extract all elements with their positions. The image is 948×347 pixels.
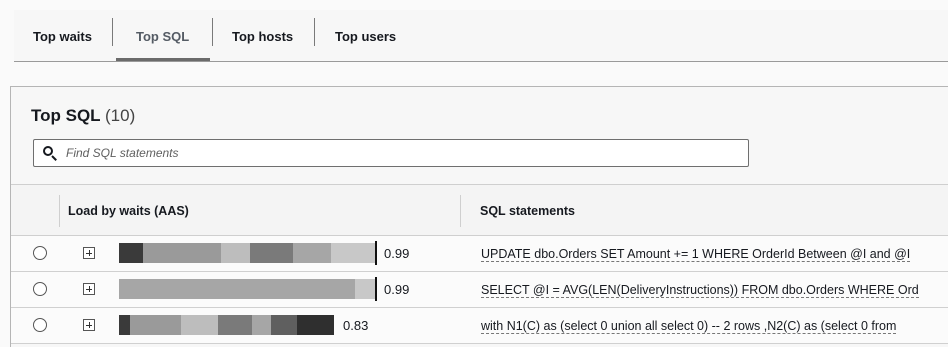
table-row: 0.83 with N1(C) as (select 0 union all s… [11,308,948,344]
expand-icon[interactable] [83,247,95,259]
sql-statement-link[interactable]: SELECT @I = AVG(LEN(DeliveryInstructions… [481,283,919,298]
load-bar-segment [331,243,375,263]
search-box [33,139,749,167]
row-select-radio[interactable] [33,246,47,260]
column-header-sql[interactable]: SQL statements [480,185,575,237]
load-bar-segment [119,243,144,263]
max-vcpu-tick [375,241,377,265]
row-select-radio[interactable] [33,282,47,296]
search-input[interactable] [66,146,706,160]
load-bar-segment [249,243,294,263]
panel-title: Top SQL (10) [31,106,135,126]
table-row: 0.99 UPDATE dbo.Orders SET Amount += 1 W… [11,236,948,272]
top-sql-panel: Top SQL (10) Load by waits (AAS) SQL sta… [10,86,948,347]
active-tab-indicator [116,58,210,61]
tab-top-users[interactable]: Top users [335,10,396,62]
column-header-load[interactable]: Load by waits (AAS) [68,185,189,237]
load-bar-segment [217,315,253,335]
load-bar-segment [354,279,375,299]
tab-top-waits[interactable]: Top waits [33,10,92,62]
table-row: 0.99 SELECT @I = AVG(LEN(DeliveryInstruc… [11,272,948,308]
tab-top-sql[interactable]: Top SQL [136,10,189,62]
load-value: 0.99 [384,246,410,261]
tab-divider [314,18,315,46]
max-vcpu-tick [375,277,377,301]
load-bar-segment [271,315,298,335]
expand-icon[interactable] [83,319,95,331]
load-bar [119,243,375,263]
load-bar-segment [129,315,182,335]
load-bar-segment [297,315,334,335]
expand-icon[interactable] [83,283,95,295]
tab-divider [212,18,213,46]
table-header: Load by waits (AAS) SQL statements [11,184,948,236]
sql-statement-link[interactable]: with N1(C) as (select 0 union all select… [481,319,897,334]
top-sql-view: Top waits Top SQL Top hosts Top users To… [0,0,948,347]
load-bar-segment [181,315,218,335]
panel-title-text: Top SQL [31,106,101,125]
tab-bar: Top waits Top SQL Top hosts Top users [14,10,948,62]
load-bar-segment [221,243,250,263]
column-divider [59,195,60,227]
load-bar-segment [119,279,355,299]
tab-divider [112,18,113,46]
row-select-radio[interactable] [33,318,47,332]
tab-top-hosts[interactable]: Top hosts [232,10,293,62]
load-value: 0.99 [384,282,410,297]
panel-count: (10) [105,106,136,125]
load-bar [119,315,334,335]
load-bar [119,279,375,299]
load-bar-segment [119,315,130,335]
load-bar-segment [143,243,222,263]
column-divider [460,195,461,227]
load-value: 0.83 [343,318,369,333]
search-icon [42,145,58,161]
sql-statement-link[interactable]: UPDATE dbo.Orders SET Amount += 1 WHERE … [481,247,911,262]
load-bar-segment [293,243,332,263]
load-bar-segment [252,315,272,335]
